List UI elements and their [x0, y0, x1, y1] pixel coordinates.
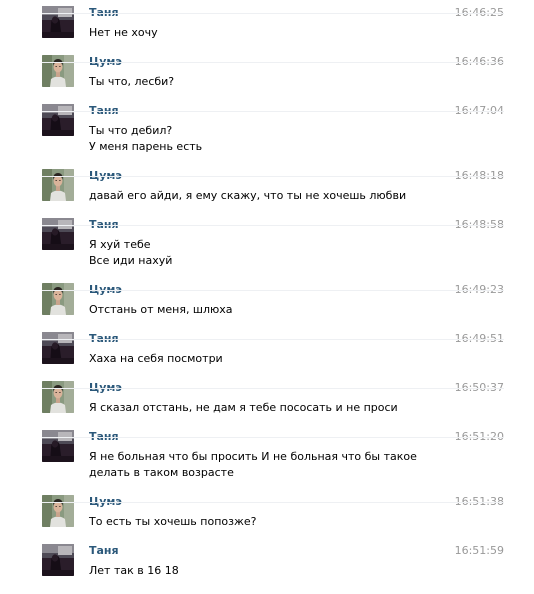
message-body: Лет так в 16 18: [89, 563, 434, 579]
message-text: Все иди нахуй: [89, 254, 173, 267]
message-time[interactable]: 16:46:25: [452, 6, 504, 20]
message-body: давай его айди, я ему скажу, что ты не х…: [89, 188, 434, 204]
author-link[interactable]: Таня: [89, 218, 119, 232]
author-link[interactable]: Цумэ: [89, 381, 122, 395]
author-link[interactable]: Таня: [89, 430, 119, 444]
message-time[interactable]: 16:46:36: [452, 55, 504, 69]
avatar-image: [42, 218, 74, 250]
message-body: Ты что, лесби?: [89, 74, 434, 90]
message-text: Хаха на себя посмотри: [89, 352, 223, 365]
message-body: Отстань от меня, шлюха: [89, 302, 434, 318]
author-link[interactable]: Цумэ: [89, 55, 122, 69]
avatar[interactable]: [42, 544, 74, 576]
avatar[interactable]: [42, 55, 74, 87]
message-text: давай его айди, я ему скажу, что ты не х…: [89, 189, 407, 202]
author-link[interactable]: Цумэ: [89, 283, 122, 297]
message-time[interactable]: 16:47:04: [452, 104, 504, 118]
message-time[interactable]: 16:51:38: [452, 495, 504, 509]
avatar-image: [42, 55, 74, 87]
avatar-image: [42, 495, 74, 527]
message-body: Я сказал отстань, не дам я тебе пососать…: [89, 400, 434, 416]
message-text: Ты что дебил?: [89, 124, 173, 137]
avatar[interactable]: [42, 430, 74, 462]
message-history: Таня 16:46:25 Нет не хочу Цумэ 16:46:36 Ты ч…: [0, 0, 534, 594]
message-body: То есть ты хочешь попозже?: [89, 514, 434, 530]
avatar[interactable]: [42, 169, 74, 201]
avatar-image: [42, 104, 74, 136]
message-text: Отстань от меня, шлюха: [89, 303, 233, 316]
message-body: Я не больная что бы просить И не больная…: [89, 449, 434, 481]
avatar[interactable]: [42, 332, 74, 364]
message-text: Я сказал отстань, не дам я тебе пососать…: [89, 401, 398, 414]
avatar-image: [42, 169, 74, 201]
author-link[interactable]: Таня: [89, 544, 119, 558]
avatar-image: [42, 332, 74, 364]
avatar-image: [42, 544, 74, 576]
message-time[interactable]: 16:51:59: [452, 544, 504, 558]
message-time[interactable]: 16:48:18: [452, 169, 504, 183]
author-link[interactable]: Таня: [89, 6, 119, 20]
avatar[interactable]: [42, 381, 74, 413]
message-time[interactable]: 16:48:58: [452, 218, 504, 232]
avatar[interactable]: [42, 218, 74, 250]
author-link[interactable]: Таня: [89, 104, 119, 118]
avatar-image: [42, 283, 74, 315]
avatar-image: [42, 381, 74, 413]
message-time[interactable]: 16:49:51: [452, 332, 504, 346]
avatar-image: [42, 430, 74, 462]
author-link[interactable]: Цумэ: [89, 495, 122, 509]
message-text: Лет так в 16 18: [89, 564, 179, 577]
message-time[interactable]: 16:51:20: [452, 430, 504, 444]
message-text: Ты что, лесби?: [89, 75, 175, 88]
message-text: У меня парень есть: [89, 140, 203, 153]
message-body: Ты что дебил? У меня парень есть: [89, 123, 434, 155]
author-link[interactable]: Таня: [89, 332, 119, 346]
message-time[interactable]: 16:49:23: [452, 283, 504, 297]
message-text: Нет не хочу: [89, 26, 158, 39]
message-time[interactable]: 16:50:37: [452, 381, 504, 395]
message-body: Я хуй тебе Все иди нахуй: [89, 237, 434, 269]
avatar[interactable]: [42, 6, 74, 38]
message-text: То есть ты хочешь попозже?: [89, 515, 257, 528]
author-link[interactable]: Цумэ: [89, 169, 122, 183]
message-text: Я хуй тебе: [89, 238, 151, 251]
avatar[interactable]: [42, 283, 74, 315]
avatar[interactable]: [42, 104, 74, 136]
message-text: Я не больная что бы просить И не больная…: [89, 450, 417, 479]
message-body: Хаха на себя посмотри: [89, 351, 434, 367]
avatar-image: [42, 6, 74, 38]
avatar[interactable]: [42, 495, 74, 527]
message-body: Нет не хочу: [89, 25, 434, 41]
